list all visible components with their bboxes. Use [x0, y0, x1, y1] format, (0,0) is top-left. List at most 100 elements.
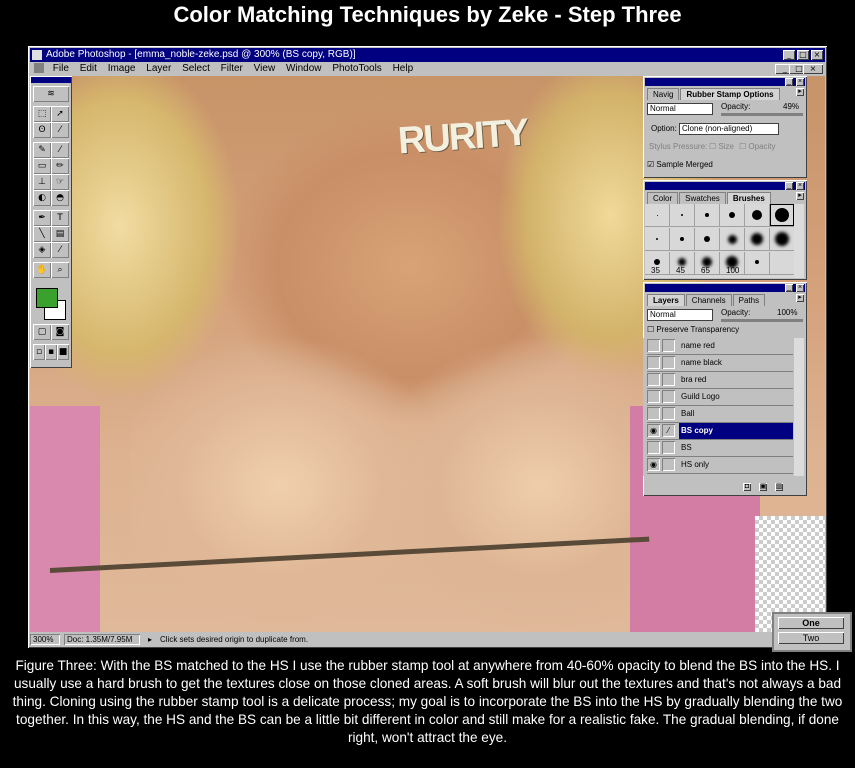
layer-visibility-eye-icon[interactable]: [647, 390, 660, 403]
layer-row[interactable]: Ball: [647, 406, 793, 423]
pen-icon[interactable]: ✒: [33, 210, 51, 226]
layers-opacity-value[interactable]: 100%: [777, 308, 797, 318]
layers-minimize-button[interactable]: _: [785, 284, 793, 292]
brushes-menu-arrow-icon[interactable]: ▸: [796, 192, 804, 200]
zoom-level[interactable]: 300%: [30, 634, 60, 645]
brush-preset[interactable]: [770, 252, 795, 275]
status-arrow-icon[interactable]: ▸: [148, 634, 152, 646]
move-icon[interactable]: ➚: [51, 106, 69, 122]
opacity-value[interactable]: 49%: [783, 102, 799, 112]
menu-image[interactable]: Image: [104, 62, 140, 76]
brush-preset[interactable]: [745, 204, 770, 227]
one-button[interactable]: One: [778, 617, 844, 629]
layer-visibility-eye-icon[interactable]: [647, 441, 660, 454]
quickmask-off-icon[interactable]: ▢: [33, 324, 51, 340]
magic-wand-icon[interactable]: ⁄: [51, 122, 69, 138]
layer-brush-icon[interactable]: [662, 390, 675, 403]
quickmask-on-icon[interactable]: ◙: [51, 324, 69, 340]
tab-rubber-stamp-options[interactable]: Rubber Stamp Options: [680, 88, 780, 100]
tab-navigator[interactable]: Navig: [647, 88, 680, 100]
doc-close-button[interactable]: ×: [803, 64, 823, 74]
stylus-size-checkbox[interactable]: ☐ Size: [709, 142, 734, 152]
paintbrush-icon[interactable]: ⁄: [51, 142, 69, 158]
brushes-scrollbar[interactable]: [794, 204, 804, 278]
delete-layer-icon[interactable]: ▥: [775, 483, 783, 491]
new-mask-icon[interactable]: ◘: [743, 483, 751, 491]
layers-opacity-slider[interactable]: [721, 319, 803, 322]
panel-menu-arrow-icon[interactable]: ▸: [796, 88, 804, 96]
tab-channels[interactable]: Channels: [685, 294, 732, 306]
line-icon[interactable]: ╲: [33, 226, 51, 242]
brush-preset[interactable]: [670, 204, 695, 227]
menu-file[interactable]: File: [49, 62, 73, 76]
pencil-icon[interactable]: ✏: [51, 158, 69, 174]
tab-color[interactable]: Color: [647, 192, 679, 204]
menu-select[interactable]: Select: [178, 62, 214, 76]
tab-layers[interactable]: Layers: [647, 294, 685, 306]
minimize-button[interactable]: _: [783, 50, 795, 60]
preserve-transparency-checkbox[interactable]: ☐ Preserve Transparency: [647, 325, 739, 335]
brush-preset[interactable]: [670, 228, 695, 251]
layer-brush-icon[interactable]: [662, 407, 675, 420]
layer-row[interactable]: name red: [647, 338, 793, 355]
layer-visibility-eye-icon[interactable]: [647, 356, 660, 369]
zoom-icon[interactable]: ⌕: [51, 262, 69, 278]
layer-visibility-eye-icon[interactable]: [647, 339, 660, 352]
tab-paths[interactable]: Paths: [732, 294, 766, 306]
lasso-icon[interactable]: ʘ: [33, 122, 51, 138]
menu-filter[interactable]: Filter: [217, 62, 247, 76]
screen-mode-full-icon[interactable]: ■: [57, 344, 69, 360]
panel-titlebar[interactable]: [645, 78, 805, 86]
menu-phototools[interactable]: PhotoTools: [328, 62, 385, 76]
brushes-close-button[interactable]: ×: [796, 182, 804, 190]
layers-titlebar[interactable]: [645, 284, 805, 292]
layer-brush-icon[interactable]: [662, 356, 675, 369]
screen-mode-full-menu-icon[interactable]: ▪: [45, 344, 57, 360]
menu-view[interactable]: View: [250, 62, 280, 76]
brush-preset[interactable]: [720, 204, 745, 227]
layer-row[interactable]: BS: [647, 440, 793, 457]
brushes-titlebar[interactable]: [645, 182, 805, 190]
foreground-color-swatch[interactable]: [36, 288, 58, 308]
close-button[interactable]: ×: [811, 50, 823, 60]
brush-preset[interactable]: [695, 228, 720, 251]
opacity-slider[interactable]: [721, 113, 803, 116]
brush-preset[interactable]: [745, 252, 770, 275]
brush-preset[interactable]: [770, 204, 795, 227]
brush-preset[interactable]: [695, 204, 720, 227]
layer-visibility-eye-icon[interactable]: ◉: [647, 424, 660, 437]
layers-scrollbar[interactable]: [794, 338, 804, 476]
type-icon[interactable]: T: [51, 210, 69, 226]
layer-visibility-eye-icon[interactable]: ◉: [647, 458, 660, 471]
blend-mode-select[interactable]: Normal: [647, 103, 713, 115]
layer-row[interactable]: Guild Logo: [647, 389, 793, 406]
tab-swatches[interactable]: Swatches: [679, 192, 726, 204]
menu-window[interactable]: Window: [282, 62, 326, 76]
panel-close-button[interactable]: ×: [796, 78, 804, 86]
sample-merged-checkbox[interactable]: ☑ Sample Merged: [647, 160, 713, 170]
hand-icon[interactable]: ✋: [33, 262, 51, 278]
option-select[interactable]: Clone (non-aligned): [679, 123, 779, 135]
toolbox-titlebar[interactable]: [31, 77, 71, 83]
rubber-stamp-icon[interactable]: ⊥: [33, 174, 51, 190]
layer-row[interactable]: bra red: [647, 372, 793, 389]
layer-row[interactable]: ◉ ⁄ BS copy: [647, 423, 793, 440]
paint-bucket-icon[interactable]: ◈: [33, 242, 51, 258]
brush-preset[interactable]: [645, 228, 670, 251]
panel-minimize-button[interactable]: _: [785, 78, 793, 86]
tab-brushes[interactable]: Brushes: [726, 192, 771, 204]
eyedropper-icon[interactable]: ⁄: [51, 242, 69, 258]
marquee-icon[interactable]: ⬚: [33, 106, 51, 122]
layer-visibility-eye-icon[interactable]: [647, 373, 660, 386]
airbrush-icon[interactable]: ✎: [33, 142, 51, 158]
brush-preset[interactable]: [745, 228, 770, 251]
layer-visibility-eye-icon[interactable]: [647, 407, 660, 420]
menu-help[interactable]: Help: [389, 62, 418, 76]
brush-preset[interactable]: [720, 228, 745, 251]
brushes-minimize-button[interactable]: _: [785, 182, 793, 190]
brush-preset[interactable]: [645, 204, 670, 227]
layers-blend-mode-select[interactable]: Normal: [647, 309, 713, 321]
layer-row[interactable]: name black: [647, 355, 793, 372]
layers-menu-arrow-icon[interactable]: ▸: [796, 294, 804, 302]
menu-edit[interactable]: Edit: [76, 62, 101, 76]
